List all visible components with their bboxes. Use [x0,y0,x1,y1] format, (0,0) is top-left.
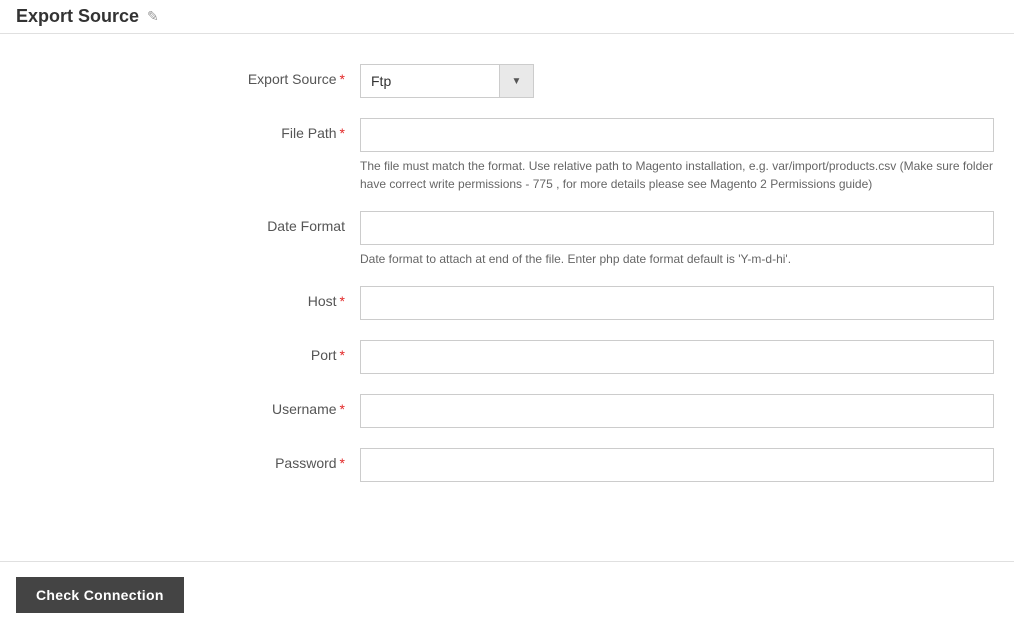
export-source-label: Export Source* [20,64,360,87]
password-label: Password* [20,448,360,471]
page-title: Export Source [16,6,139,27]
date-format-hint-row: Date format to attach at end of the file… [20,250,994,268]
file-path-label: File Path* [20,118,360,141]
username-input[interactable] [360,394,994,428]
password-row: Password* [20,448,994,482]
file-path-required: * [340,125,345,141]
port-required: * [340,347,345,363]
date-format-row: Date Format [20,211,994,245]
date-format-input[interactable] [360,211,994,245]
date-format-hint: Date format to attach at end of the file… [360,250,994,268]
file-path-row: File Path* [20,118,994,152]
file-path-hint-row: The file must match the format. Use rela… [20,157,994,193]
footer-area: Check Connection [0,561,1014,628]
content-area: Export Source* Ftp Local SFTP [0,34,1014,582]
port-label: Port* [20,340,360,363]
export-source-input-cell: Ftp Local SFTP [360,64,994,98]
page-wrapper: Export Source ✎ Export Source* Ftp Local… [0,0,1014,628]
edit-icon[interactable]: ✎ [147,8,159,25]
host-required: * [340,293,345,309]
host-label: Host* [20,286,360,309]
password-input[interactable] [360,448,994,482]
username-row: Username* [20,394,994,428]
port-input[interactable] [360,340,994,374]
export-source-select[interactable]: Ftp Local SFTP [360,64,500,98]
date-format-label: Date Format [20,211,360,234]
export-source-select-wrapper: Ftp Local SFTP [360,64,994,98]
check-connection-button[interactable]: Check Connection [16,577,184,613]
username-input-cell [360,394,994,428]
password-input-cell [360,448,994,482]
file-path-input[interactable] [360,118,994,152]
file-path-hint: The file must match the format. Use rela… [360,157,994,193]
username-label: Username* [20,394,360,417]
username-required: * [340,401,345,417]
date-format-input-cell [360,211,994,245]
select-arrow-button[interactable] [500,64,534,98]
host-row: Host* [20,286,994,320]
export-source-required: * [340,71,345,87]
form-section: Export Source* Ftp Local SFTP [20,64,994,482]
hint-spacer [20,157,360,193]
date-hint-spacer [20,250,360,268]
password-required: * [340,455,345,471]
port-input-cell [360,340,994,374]
file-path-input-cell [360,118,994,152]
page-header: Export Source ✎ [0,0,1014,34]
port-row: Port* [20,340,994,374]
host-input-cell [360,286,994,320]
host-input[interactable] [360,286,994,320]
export-source-row: Export Source* Ftp Local SFTP [20,64,994,98]
